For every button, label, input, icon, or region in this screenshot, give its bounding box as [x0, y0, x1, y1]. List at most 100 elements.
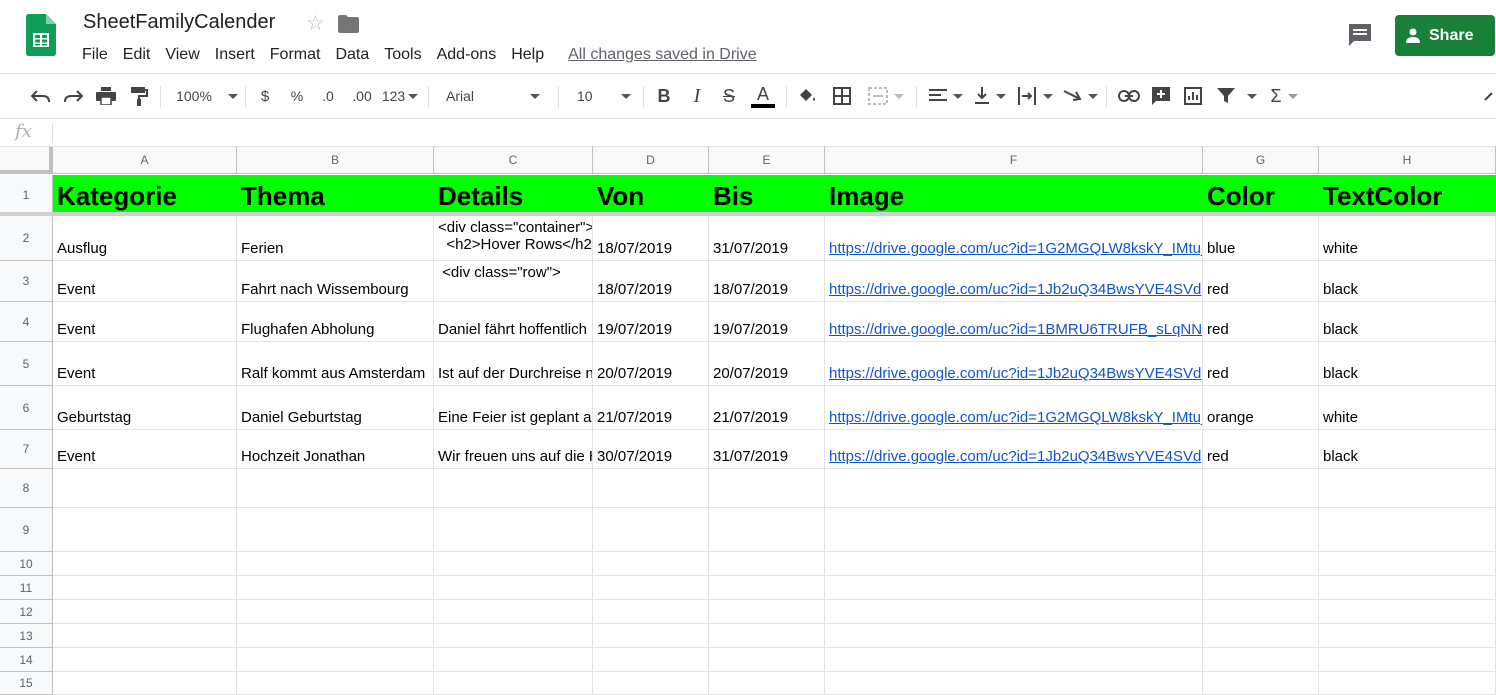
cell-a15[interactable] [53, 672, 237, 695]
menu-insert[interactable]: Insert [214, 46, 262, 64]
row-header-3[interactable]: 3 [0, 261, 53, 302]
cell-f10[interactable] [825, 552, 1203, 576]
column-header-g[interactable]: G [1203, 147, 1319, 174]
cell-g13[interactable] [1203, 624, 1319, 648]
cell-d14[interactable] [593, 648, 709, 672]
cell-c8[interactable] [434, 469, 593, 508]
row-header-14[interactable]: 14 [0, 648, 53, 672]
cell-g5[interactable]: red [1203, 342, 1319, 386]
cell-d13[interactable] [593, 624, 709, 648]
cell-e10[interactable] [709, 552, 825, 576]
row-header-12[interactable]: 12 [0, 600, 53, 624]
cell-e13[interactable] [709, 624, 825, 648]
cell-b5[interactable]: Ralf kommt aus Amsterdam [237, 342, 434, 386]
row-header-4[interactable]: 4 [0, 302, 53, 342]
cell-b11[interactable] [237, 576, 434, 600]
cell-g11[interactable] [1203, 576, 1319, 600]
cell-b4[interactable]: Flughafen Abholung [237, 302, 434, 342]
cell-g6[interactable]: orange [1203, 386, 1319, 430]
cell-h10[interactable] [1319, 552, 1496, 576]
save-status-link[interactable]: All changes saved in Drive [568, 46, 757, 64]
cell-g15[interactable] [1203, 672, 1319, 695]
collapse-toolbar-icon[interactable] [1484, 84, 1496, 108]
cell-e2[interactable]: 31/07/2019 [709, 216, 825, 261]
image-url-link[interactable]: https://drive.google.com/uc?id=1G2MGQLW8… [829, 240, 1202, 257]
cell-d5[interactable]: 20/07/2019 [593, 342, 709, 386]
row-header-7[interactable]: 7 [0, 430, 53, 469]
row-header-6[interactable]: 6 [0, 386, 53, 430]
cell-c3[interactable]: <div class="row"> [434, 261, 593, 302]
cell-e12[interactable] [709, 600, 825, 624]
font-family-select[interactable]: Arial [446, 84, 550, 108]
cell-e11[interactable] [709, 576, 825, 600]
image-url-link[interactable]: https://drive.google.com/uc?id=1BMRU6TRU… [829, 321, 1202, 338]
redo-icon[interactable] [62, 84, 84, 108]
column-header-b[interactable]: B [237, 147, 434, 174]
cell-g14[interactable] [1203, 648, 1319, 672]
menu-edit[interactable]: Edit [122, 46, 158, 64]
cell-f2[interactable]: https://drive.google.com/uc?id=1G2MGQLW8… [825, 216, 1203, 261]
star-icon[interactable]: ☆ [306, 13, 325, 35]
cell-h11[interactable] [1319, 576, 1496, 600]
cell-c5[interactable]: Ist auf der Durchreise nach [434, 342, 593, 386]
cell-f14[interactable] [825, 648, 1203, 672]
horizontal-align-icon[interactable] [928, 84, 964, 108]
cell-b14[interactable] [237, 648, 434, 672]
paint-format-icon[interactable] [128, 84, 150, 108]
decrease-decimal-button[interactable]: .0 [316, 84, 340, 108]
cell-g10[interactable] [1203, 552, 1319, 576]
cell-a12[interactable] [53, 600, 237, 624]
header-cell-b[interactable]: Thema [237, 175, 434, 213]
cell-d15[interactable] [593, 672, 709, 695]
header-cell-f[interactable]: Image [825, 175, 1203, 213]
fill-color-icon[interactable] [796, 84, 818, 108]
document-title[interactable]: SheetFamilyCalender [83, 11, 275, 34]
cell-b12[interactable] [237, 600, 434, 624]
header-cell-c[interactable]: Details [434, 175, 593, 213]
cell-h2[interactable]: white [1319, 216, 1496, 261]
cell-h14[interactable] [1319, 648, 1496, 672]
cell-h15[interactable] [1319, 672, 1496, 695]
cell-d8[interactable] [593, 469, 709, 508]
merge-cells-icon[interactable] [865, 84, 907, 108]
row-header-15[interactable]: 15 [0, 672, 53, 695]
cell-a13[interactable] [53, 624, 237, 648]
cell-f13[interactable] [825, 624, 1203, 648]
cell-d4[interactable]: 19/07/2019 [593, 302, 709, 342]
row-header-9[interactable]: 9 [0, 508, 53, 552]
cell-f4[interactable]: https://drive.google.com/uc?id=1BMRU6TRU… [825, 302, 1203, 342]
insert-link-icon[interactable] [1117, 84, 1141, 108]
cell-b13[interactable] [237, 624, 434, 648]
cell-b15[interactable] [237, 672, 434, 695]
cell-h7[interactable]: black [1319, 430, 1496, 469]
cell-e9[interactable] [709, 508, 825, 552]
cell-c10[interactable] [434, 552, 593, 576]
cell-h6[interactable]: white [1319, 386, 1496, 430]
insert-comment-icon[interactable] [1150, 84, 1172, 108]
cell-a14[interactable] [53, 648, 237, 672]
cell-d3[interactable]: 18/07/2019 [593, 261, 709, 302]
menu-help[interactable]: Help [510, 46, 551, 64]
more-formats-select[interactable]: 123 [380, 84, 420, 108]
row-header-13[interactable]: 13 [0, 624, 53, 648]
cell-h9[interactable] [1319, 508, 1496, 552]
cell-b7[interactable]: Hochzeit Jonathan [237, 430, 434, 469]
text-wrapping-icon[interactable] [1016, 84, 1054, 108]
row-header-2[interactable]: 2 [0, 216, 53, 261]
cell-f15[interactable] [825, 672, 1203, 695]
cell-h4[interactable]: black [1319, 302, 1496, 342]
cell-c2[interactable]: <div class="container"> <h2>Hover Rows</… [434, 216, 593, 261]
cell-d10[interactable] [593, 552, 709, 576]
cell-g7[interactable]: red [1203, 430, 1319, 469]
cell-h8[interactable] [1319, 469, 1496, 508]
cell-d9[interactable] [593, 508, 709, 552]
menu-format[interactable]: Format [269, 46, 328, 64]
cell-g3[interactable]: red [1203, 261, 1319, 302]
cell-e6[interactable]: 21/07/2019 [709, 386, 825, 430]
column-header-e[interactable]: E [709, 147, 825, 174]
borders-icon[interactable] [831, 84, 853, 108]
row-header-5[interactable]: 5 [0, 342, 53, 386]
formula-bar[interactable]: fx [0, 119, 1496, 147]
cell-a8[interactable] [53, 469, 237, 508]
row-header-10[interactable]: 10 [0, 552, 53, 576]
